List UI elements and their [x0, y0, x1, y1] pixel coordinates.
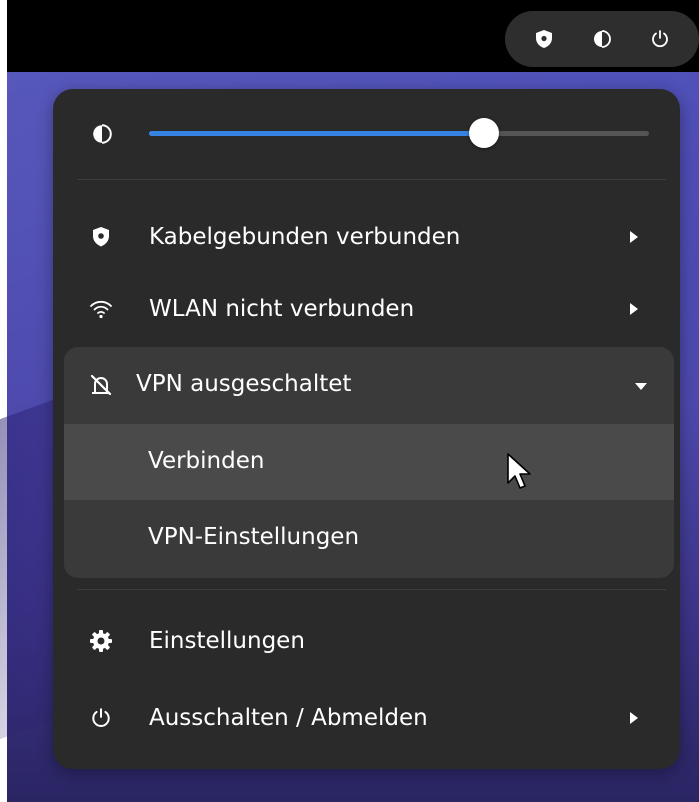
- vpn-off-icon: [89, 373, 113, 397]
- wifi-icon: [89, 297, 113, 321]
- screen: Kabelgebunden verbunden WLAN nicht verbu…: [0, 0, 699, 802]
- vpn-settings-label: VPN-Einstellungen: [148, 524, 360, 550]
- system-status-area[interactable]: [505, 11, 699, 67]
- chevron-down-icon: [635, 383, 647, 390]
- vpn-shield-icon: [533, 28, 555, 50]
- menu-item-label: Kabelgebunden verbunden: [149, 224, 461, 250]
- volume-slider-handle[interactable]: [469, 118, 499, 148]
- top-bar: [7, 0, 699, 72]
- menu-item-label: Einstellungen: [149, 628, 305, 654]
- vpn-settings-item[interactable]: VPN-Einstellungen: [64, 500, 674, 576]
- separator: [77, 589, 666, 590]
- menu-item-wired[interactable]: Kabelgebunden verbunden: [53, 199, 680, 275]
- menu-item-vpn[interactable]: VPN ausgeschaltet: [64, 347, 674, 424]
- power-icon: [649, 28, 671, 50]
- chevron-right-icon: [630, 303, 638, 315]
- shield-icon: [89, 225, 113, 249]
- power-icon: [89, 706, 113, 730]
- mouse-cursor-icon: [507, 453, 531, 489]
- vpn-connect-item[interactable]: Verbinden: [64, 424, 674, 500]
- volume-slider-fill: [149, 131, 484, 136]
- menu-item-wifi[interactable]: WLAN nicht verbunden: [53, 271, 680, 347]
- gear-icon: [89, 629, 113, 653]
- vpn-connect-label: Verbinden: [148, 448, 265, 474]
- menu-item-settings[interactable]: Einstellungen: [53, 603, 680, 679]
- chevron-right-icon: [630, 712, 638, 724]
- volume-icon: [91, 123, 113, 145]
- chevron-right-icon: [630, 231, 638, 243]
- volume-slider-row: [53, 89, 680, 179]
- menu-item-label: Ausschalten / Abmelden: [149, 705, 428, 731]
- volume-icon: [591, 28, 613, 50]
- menu-item-label: WLAN nicht verbunden: [149, 296, 415, 322]
- volume-slider[interactable]: [149, 118, 649, 148]
- vpn-expanded-section: VPN ausgeschaltet Verbinden VPN-Einstell…: [64, 347, 674, 578]
- separator: [77, 179, 666, 180]
- vpn-label: VPN ausgeschaltet: [136, 371, 352, 397]
- menu-item-power[interactable]: Ausschalten / Abmelden: [53, 680, 680, 756]
- system-menu: Kabelgebunden verbunden WLAN nicht verbu…: [53, 89, 680, 769]
